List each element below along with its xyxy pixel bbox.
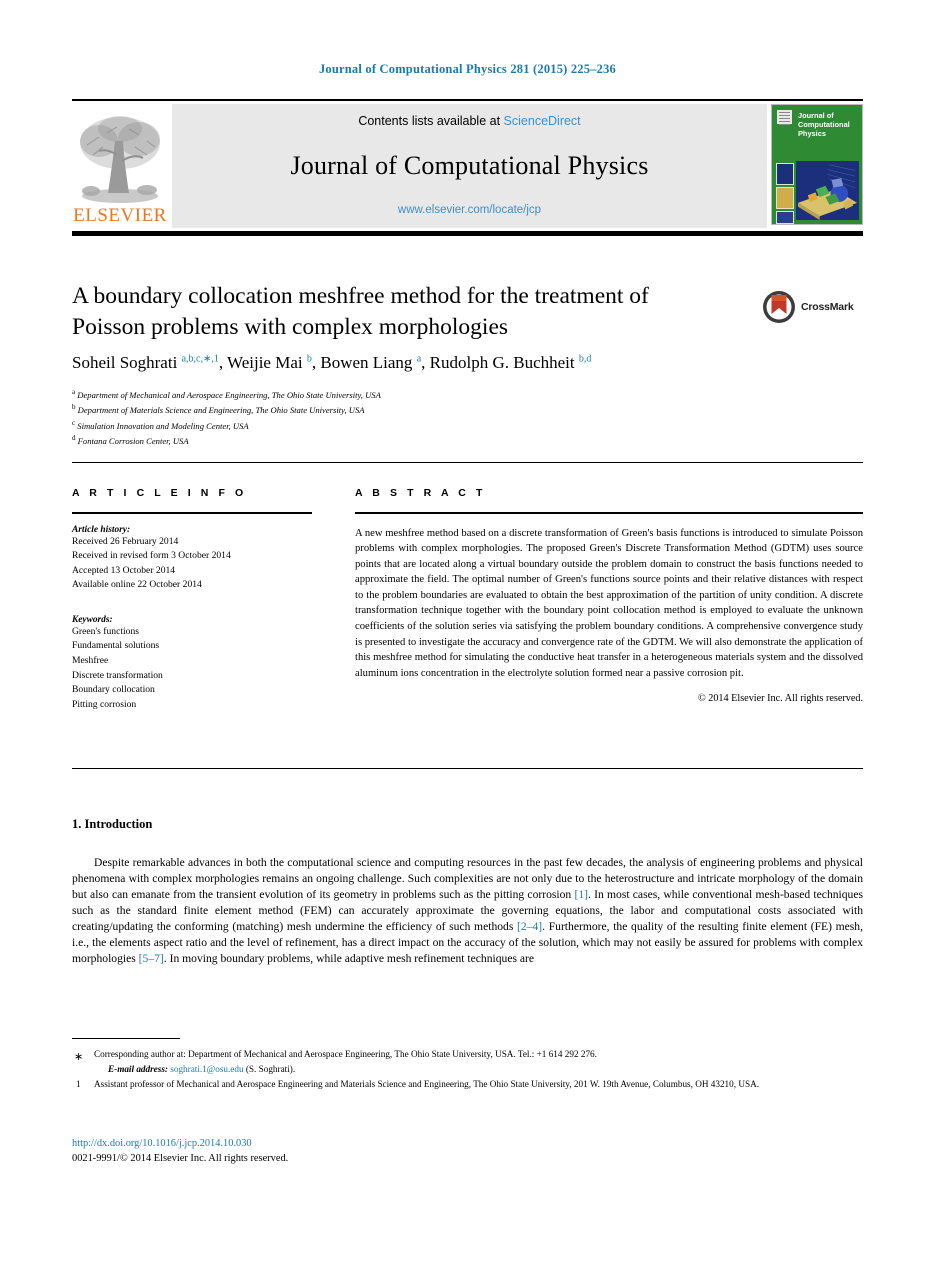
keyword-item: Discrete transformation: [72, 669, 163, 681]
author-list: Soheil Soghrati a,b,c,∗,1, Weijie Mai b,…: [72, 353, 592, 372]
citation-link-3[interactable]: [5–7]: [139, 952, 164, 965]
affiliation-text: Department of Mechanical and Aerospace E…: [77, 389, 381, 400]
footnote-email-line: E-mail address: soghrati.1@osu.edu (S. S…: [72, 1063, 863, 1077]
journal-cover-thumbnail: Journal of Computational Physics: [771, 104, 863, 225]
keyword-item: Green's functions: [72, 625, 140, 637]
article-history-item: Accepted 13 October 2014: [72, 564, 176, 576]
abstract-copyright: © 2014 Elsevier Inc. All rights reserved…: [697, 693, 863, 705]
affiliation-mark: c: [72, 418, 76, 427]
crossmark-label: CrossMark: [801, 301, 854, 313]
footnote-block: ∗ Corresponding author at: Department of…: [72, 1048, 863, 1092]
footnote-mark-1: 1: [76, 1078, 81, 1089]
abstract-rule: [355, 512, 863, 514]
contents-list-line: Contents lists available at ScienceDirec…: [358, 114, 580, 128]
email-address-label: E-mail address:: [108, 1063, 168, 1074]
keywords-label: Keywords:: [72, 614, 113, 625]
article-info-column: A R T I C L E I N F O Article history: R…: [72, 487, 312, 712]
page-title: A boundary collocation meshfree method f…: [72, 283, 649, 341]
affiliation-text: Simulation Innovation and Modeling Cente…: [77, 420, 249, 431]
abstract-text: A new meshfree method based on a discret…: [355, 527, 863, 679]
issn-copyright-line: 0021-9991/© 2014 Elsevier Inc. All right…: [72, 1153, 289, 1164]
affiliation-item: c Simulation Innovation and Modeling Cen…: [72, 418, 772, 433]
article-info-rule: [72, 512, 312, 514]
article-history-item: Available online 22 October 2014: [72, 579, 202, 591]
doi-link[interactable]: http://dx.doi.org/10.1016/j.jcp.2014.10.…: [72, 1138, 252, 1149]
affiliation-mark: d: [72, 434, 76, 443]
elsevier-logo: ELSEVIER: [72, 104, 168, 229]
intro-text-part-4: . In moving boundary problems, while ada…: [163, 952, 535, 966]
keyword-item: Boundary collocation: [72, 684, 155, 696]
journal-title: Journal of Computational Physics: [290, 151, 649, 180]
running-head: Journal of Computational Physics 281 (20…: [318, 62, 617, 76]
footnote-note-1-text: Assistant professor of Mechanical and Ae…: [94, 1078, 760, 1089]
affiliation-mark: b: [72, 403, 76, 412]
citation-link-1[interactable]: [1]: [574, 888, 588, 901]
footnote-separator-rule: [72, 1038, 180, 1040]
affiliation-text: Department of Materials Science and Engi…: [77, 405, 365, 416]
email-address-suffix: (S. Soghrati).: [245, 1063, 296, 1074]
article-info-heading: A R T I C L E I N F O: [72, 487, 247, 499]
introduction-paragraph: Despite remarkable advances in both the …: [72, 855, 863, 967]
cover-side-panel-1: [776, 163, 794, 185]
keyword-item: Meshfree: [72, 655, 109, 667]
contents-prefix: Contents lists available at: [358, 114, 501, 128]
cover-elsevier-mark: [777, 110, 792, 125]
keyword-item: Pitting corrosion: [72, 698, 137, 710]
masthead-center-panel: Contents lists available at ScienceDirec…: [172, 104, 767, 228]
footnote-corresponding-text: Corresponding author at: Department of M…: [94, 1049, 597, 1059]
journal-homepage-link[interactable]: www.elsevier.com/locate/jcp: [398, 204, 541, 216]
elsevier-wordmark: ELSEVIER: [73, 205, 167, 226]
sciencedirect-link[interactable]: ScienceDirect: [504, 114, 581, 128]
crossmark-badge[interactable]: CrossMark: [762, 286, 862, 328]
journal-masthead: ELSEVIER Contents lists available at Sci…: [72, 99, 863, 229]
crossmark-icon: [763, 291, 795, 323]
title-section-rule: [72, 462, 863, 463]
cover-title-text: Journal of Computational Physics: [798, 111, 850, 139]
paper-page: Journal of Computational Physics 281 (20…: [0, 0, 935, 1266]
footnote-corresponding-author: ∗ Corresponding author at: Department of…: [72, 1048, 863, 1063]
affiliation-item: b Department of Materials Science and En…: [72, 402, 772, 417]
masthead-bottom-rule: [72, 231, 863, 236]
affiliation-text: Fontana Corrosion Center, USA: [77, 436, 189, 447]
article-history-item: Received in revised form 3 October 2014: [72, 550, 231, 562]
abstract-section-rule: [72, 768, 863, 769]
article-history-label: Article history:: [72, 524, 131, 535]
citation-link-2[interactable]: [2–4]: [517, 920, 542, 933]
cover-artwork: [796, 161, 859, 220]
keyword-item: Fundamental solutions: [72, 640, 160, 652]
keywords-block: Keywords: Green's functions Fundamental …: [72, 615, 312, 712]
affiliation-mark: a: [72, 388, 76, 396]
footnote-note-1: 1 Assistant professor of Mechanical and …: [72, 1078, 863, 1092]
affiliation-item: d Fontana Corrosion Center, USA: [72, 433, 772, 448]
affiliation-item: a Department of Mechanical and Aerospace…: [72, 387, 772, 402]
affiliation-list: a Department of Mechanical and Aerospace…: [72, 387, 772, 449]
section-heading-introduction: 1. Introduction: [72, 817, 153, 831]
email-address-link[interactable]: soghrati.1@osu.edu: [170, 1064, 243, 1074]
elsevier-tree-icon: [77, 111, 163, 206]
cover-side-panel-2: [776, 187, 794, 209]
cover-side-panel-3: [776, 211, 794, 224]
abstract-heading: A B S T R A C T: [355, 487, 486, 499]
abstract-column: A B S T R A C T A new meshfree method ba…: [355, 487, 863, 704]
article-history-item: Received 26 February 2014: [72, 535, 179, 547]
